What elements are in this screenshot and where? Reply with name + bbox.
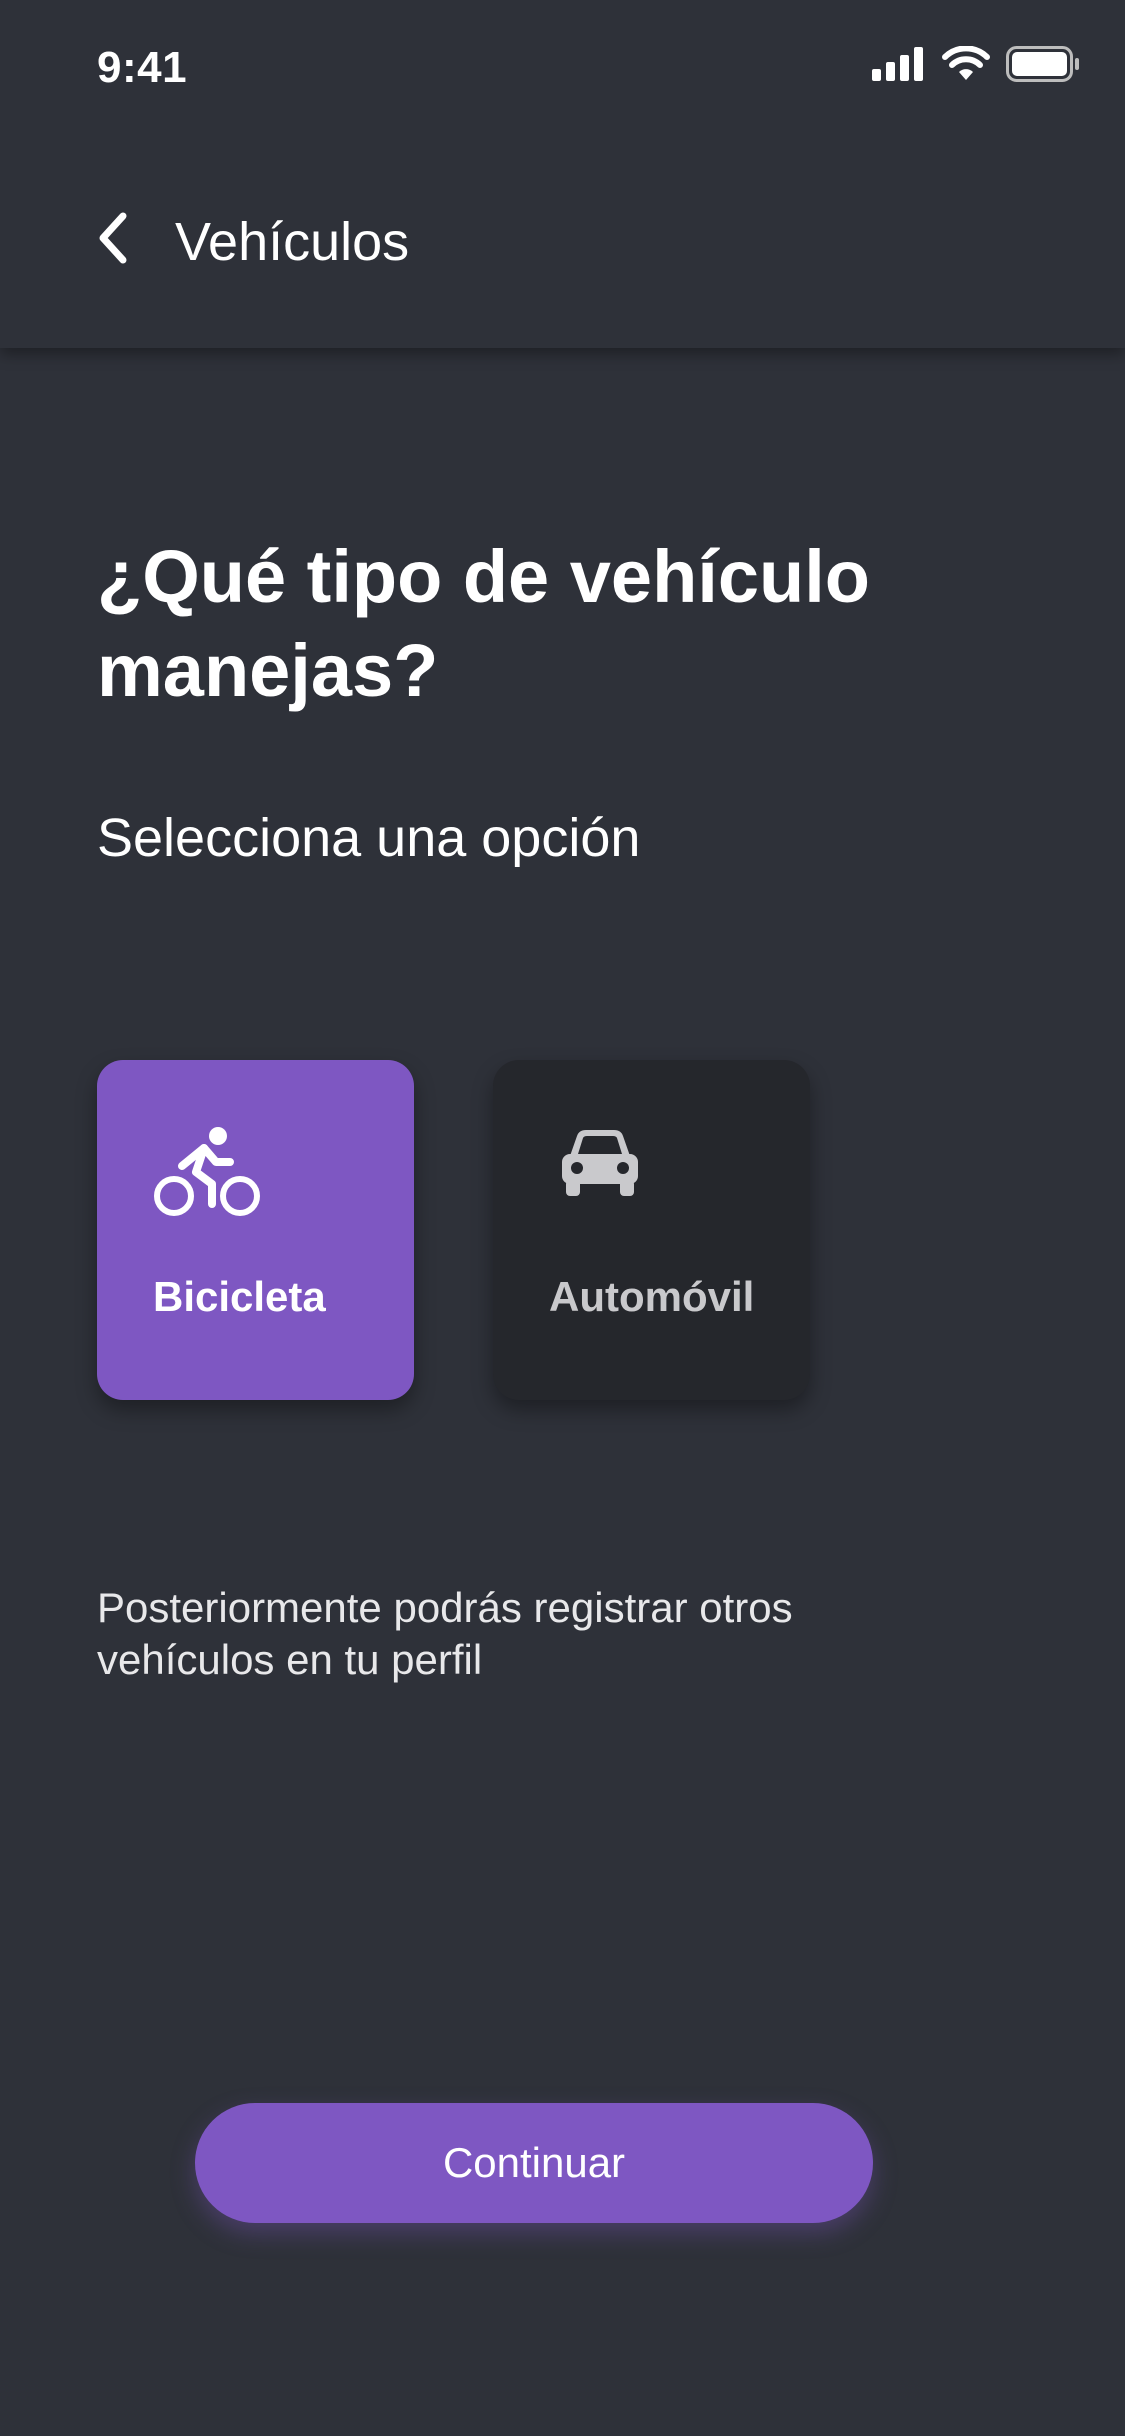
signal-icon [872, 47, 926, 86]
subtitle: Selecciona una opción [97, 808, 641, 868]
back-button[interactable] [80, 200, 144, 280]
option-label: Automóvil [549, 1273, 755, 1320]
question-heading: ¿Qué tipo de vehículo manejas? [97, 535, 870, 712]
page-title: Vehículos [175, 212, 410, 272]
car-icon [548, 1122, 658, 1222]
vehicle-type-screen: 9:41 Vehículos ¿Qué tipo de vehículo man… [0, 0, 1125, 2436]
option-label: Bicicleta [153, 1273, 326, 1320]
wifi-icon [942, 45, 990, 87]
info-note: Posteriormente podrás registrar otros ve… [97, 1584, 793, 1683]
option-bicycle[interactable]: Bicicleta [97, 1060, 414, 1400]
app-header: 9:41 Vehículos [0, 0, 1125, 348]
status-icons [872, 45, 1080, 87]
continue-button[interactable]: Continuar [195, 2103, 873, 2223]
option-car[interactable]: Automóvil [493, 1060, 810, 1400]
status-time: 9:41 [97, 43, 188, 92]
battery-icon [1006, 46, 1080, 87]
chevron-left-icon [95, 212, 129, 269]
bicycle-icon [152, 1122, 262, 1222]
